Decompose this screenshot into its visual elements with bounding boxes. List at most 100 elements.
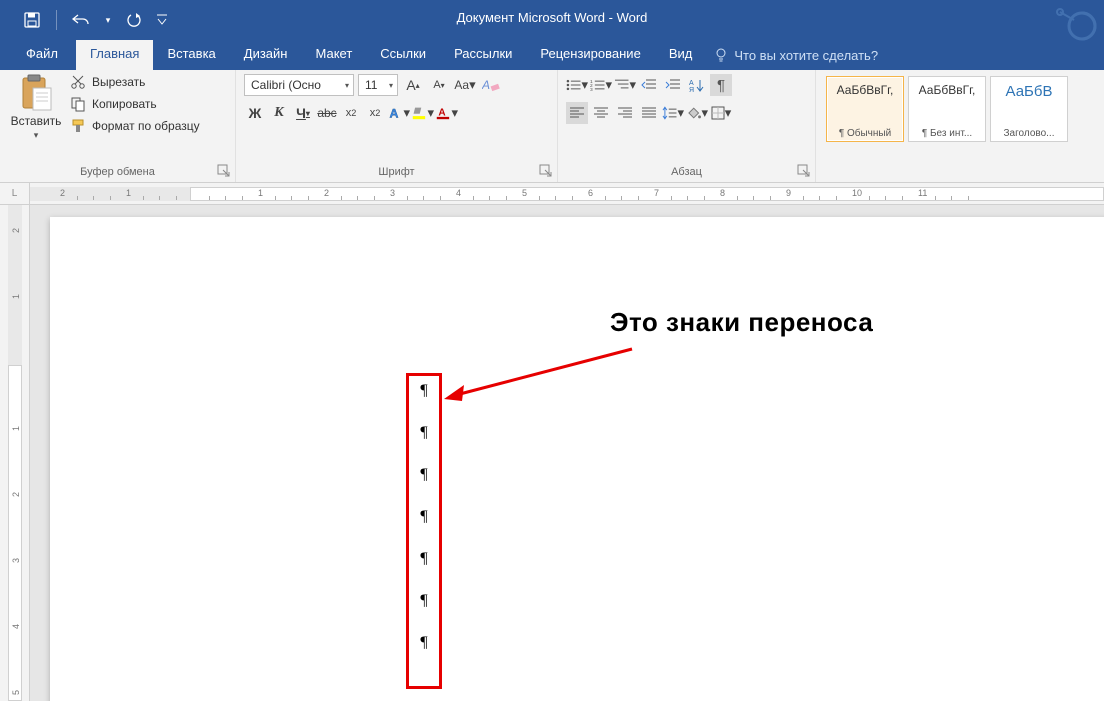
pilcrow-icon: ¶ (420, 466, 427, 484)
group-paragraph: ▾ 123▾ ▾ AЯ ¶ ▾ ▾ ▾ Абзац (558, 70, 816, 182)
copy-button[interactable]: Копировать (70, 96, 200, 112)
dialog-launcher-icon[interactable] (217, 164, 231, 178)
sort-button[interactable]: AЯ (686, 74, 708, 96)
ruler-number: 1 (11, 426, 21, 431)
paste-label: Вставить (11, 114, 62, 128)
font-color-button[interactable]: A▾ (436, 102, 458, 124)
line-spacing-icon (662, 106, 677, 120)
align-left-button[interactable] (566, 102, 588, 124)
style-normal[interactable]: АаБбВвГг, ¶ Обычный (826, 76, 904, 142)
tab-review[interactable]: Рецензирование (526, 40, 654, 70)
ruler-number: 6 (588, 188, 593, 198)
bold-button[interactable]: Ж (244, 102, 266, 124)
annotation-arrow-icon (442, 345, 642, 405)
pilcrow-icon: ¶ (420, 508, 427, 526)
highlight-icon (412, 104, 427, 122)
ruler-number: 9 (786, 188, 791, 198)
paste-button[interactable]: Вставить ▾ (8, 74, 64, 141)
font-name-combo[interactable]: Calibri (Осно▾ (244, 74, 354, 96)
shrink-font-button[interactable]: A▾ (428, 74, 450, 96)
justify-icon (642, 107, 656, 119)
ruler-number: 10 (852, 188, 862, 198)
styles-gallery[interactable]: АаБбВвГг, ¶ Обычный АаБбВвГг, ¶ Без инт.… (824, 74, 1096, 144)
page: ¶¶¶¶¶¶¶ Это знаки переноса (50, 217, 1104, 701)
ruler-number: 1 (11, 294, 21, 299)
cut-button[interactable]: Вырезать (70, 74, 200, 90)
eraser-icon: A (482, 77, 500, 93)
tab-mailings[interactable]: Рассылки (440, 40, 526, 70)
italic-button[interactable]: К (268, 102, 290, 124)
tell-me[interactable]: Что вы хотите сделать? (714, 40, 878, 70)
ribbon: Вставить ▾ Вырезать Копировать Формат по… (0, 70, 1104, 183)
line-spacing-button[interactable]: ▾ (662, 102, 684, 124)
justify-button[interactable] (638, 102, 660, 124)
group-clipboard: Вставить ▾ Вырезать Копировать Формат по… (0, 70, 236, 182)
grow-font-button[interactable]: A▴ (402, 74, 424, 96)
numbering-icon: 123 (590, 78, 605, 92)
multilevel-list-button[interactable]: ▾ (614, 74, 636, 96)
save-button[interactable] (18, 6, 46, 34)
strikethrough-button[interactable]: abc (316, 102, 338, 124)
highlight-button[interactable]: ▾ (412, 102, 434, 124)
tab-design[interactable]: Дизайн (230, 40, 302, 70)
underline-button[interactable]: Ч▾ (292, 102, 314, 124)
tab-insert[interactable]: Вставка (153, 40, 229, 70)
svg-text:Я: Я (689, 87, 694, 92)
ruler-number: 1 (258, 188, 263, 198)
svg-text:A: A (689, 80, 694, 87)
style-no-spacing[interactable]: АаБбВвГг, ¶ Без инт... (908, 76, 986, 142)
tab-view[interactable]: Вид (655, 40, 707, 70)
paragraph-marks-box: ¶¶¶¶¶¶¶ (406, 373, 442, 689)
customize-icon (157, 14, 167, 26)
font-size-combo[interactable]: 11▾ (358, 74, 398, 96)
decrease-indent-button[interactable] (638, 74, 660, 96)
indent-icon (665, 78, 681, 92)
borders-button[interactable]: ▾ (710, 102, 732, 124)
subscript-button[interactable]: x2 (340, 102, 362, 124)
ruler-corner[interactable]: L (0, 183, 30, 205)
ruler-number: 2 (11, 492, 21, 497)
separator (56, 10, 57, 30)
tab-home[interactable]: Главная (76, 40, 153, 70)
clear-formatting-button[interactable]: A (480, 74, 502, 96)
text-effects-button[interactable]: A▾ (388, 102, 410, 124)
format-painter-label: Формат по образцу (92, 119, 200, 133)
document-area[interactable]: ¶¶¶¶¶¶¶ Это знаки переноса (30, 205, 1104, 701)
undo-button[interactable] (67, 6, 95, 34)
align-left-icon (570, 107, 584, 119)
numbering-button[interactable]: 123▾ (590, 74, 612, 96)
align-center-button[interactable] (590, 102, 612, 124)
format-painter-button[interactable]: Формат по образцу (70, 118, 200, 134)
align-center-icon (594, 107, 608, 119)
superscript-button[interactable]: x2 (364, 102, 386, 124)
undo-menu[interactable]: ▾ (101, 6, 115, 34)
bullets-icon (566, 78, 581, 92)
qat-customize[interactable] (155, 6, 169, 34)
increase-indent-button[interactable] (662, 74, 684, 96)
dialog-launcher-icon[interactable] (797, 164, 811, 178)
redo-button[interactable] (121, 6, 149, 34)
tab-file[interactable]: Файл (8, 40, 76, 70)
style-heading1[interactable]: АаБбВ Заголово... (990, 76, 1068, 142)
change-case-button[interactable]: Aa▾ (454, 74, 476, 96)
cut-label: Вырезать (92, 75, 145, 89)
bullets-button[interactable]: ▾ (566, 74, 588, 96)
shading-button[interactable]: ▾ (686, 102, 708, 124)
show-marks-button[interactable]: ¶ (710, 74, 732, 96)
tab-layout[interactable]: Макет (301, 40, 366, 70)
undo-icon (72, 13, 90, 27)
align-right-button[interactable] (614, 102, 636, 124)
ruler-number: 4 (11, 624, 21, 629)
ribbon-tabs: Файл Главная Вставка Дизайн Макет Ссылки… (0, 40, 1104, 70)
group-font: Calibri (Осно▾ 11▾ A▴ A▾ Aa▾ A Ж К Ч▾ ab… (236, 70, 558, 182)
sort-icon: AЯ (689, 78, 705, 92)
horizontal-ruler[interactable]: 211234567891011 (30, 183, 1104, 205)
dialog-launcher-icon[interactable] (539, 164, 553, 178)
font-color-icon: A (436, 104, 451, 122)
vertical-ruler[interactable]: 2112345 (0, 205, 30, 701)
quick-access-toolbar: ▾ (0, 6, 169, 34)
tab-references[interactable]: Ссылки (366, 40, 440, 70)
ruler-number: 4 (456, 188, 461, 198)
pilcrow-icon: ¶ (420, 634, 427, 652)
ruler-number: 5 (522, 188, 527, 198)
